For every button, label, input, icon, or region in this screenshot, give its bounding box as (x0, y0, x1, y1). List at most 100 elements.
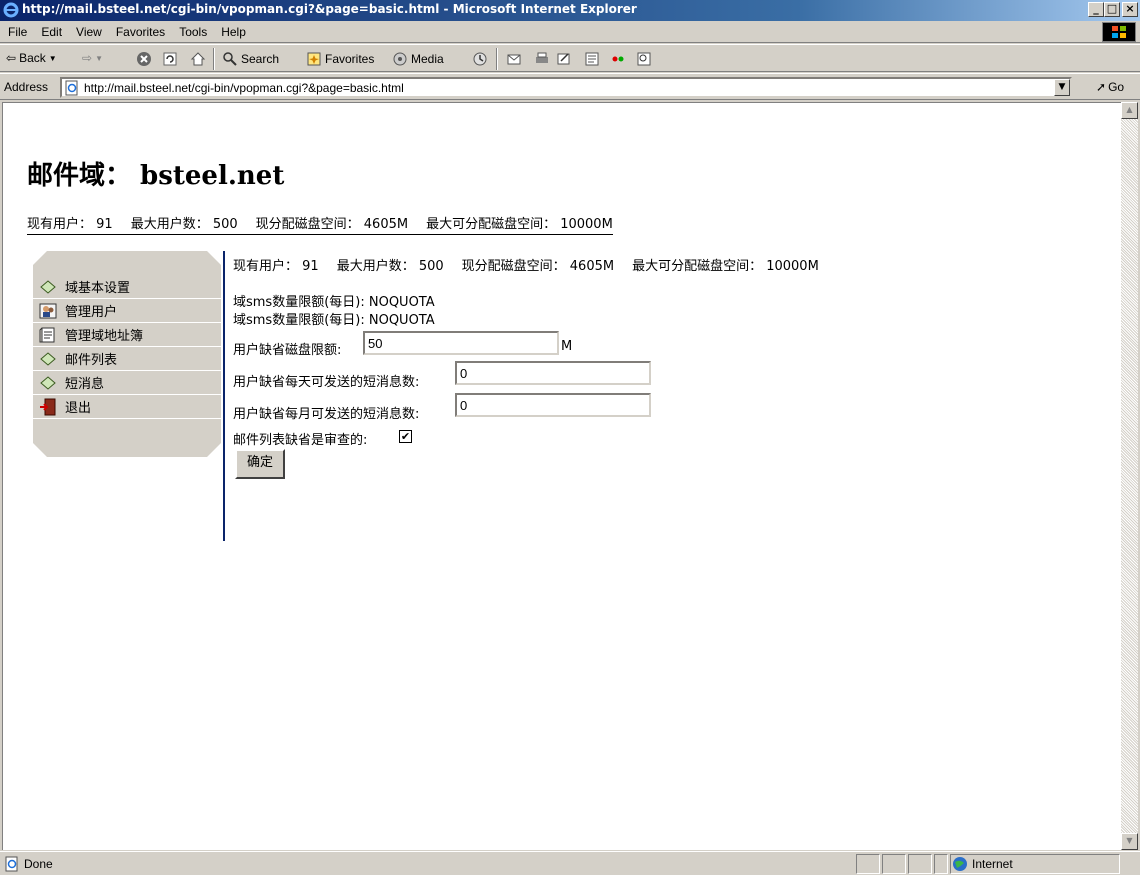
maximize-button[interactable]: □ (1104, 2, 1120, 17)
address-bar: Address http://mail.bsteel.net/cgi-bin/v… (0, 73, 1140, 100)
form-stats-line: 现有用户： 91 最大用户数： 500 现分配磁盘空间： 4605M 最大可分配磁盘空… (233, 255, 819, 274)
forward-button[interactable]: ⇨ ▼ (82, 51, 103, 65)
menu-file[interactable]: File (6, 25, 34, 39)
address-input[interactable]: http://mail.bsteel.net/cgi-bin/vpopman.c… (60, 77, 1072, 98)
stat-max-disk: 最大可分配磁盘空间： 10000M (426, 217, 613, 232)
messenger-icon[interactable] (610, 51, 626, 67)
search-button[interactable]: Search (222, 51, 279, 67)
stat-max-disk: 最大可分配磁盘空间： 10000M (632, 259, 819, 274)
favorites-label: Favorites (325, 52, 375, 66)
scroll-down-button[interactable]: ▼ (1121, 833, 1138, 850)
favorites-button[interactable]: Favorites (306, 51, 374, 67)
vertical-scrollbar[interactable]: ▲ ▼ (1121, 102, 1138, 850)
security-zone: Internet (952, 856, 1013, 872)
diamond-icon (39, 350, 57, 368)
edit-icon[interactable] (556, 51, 572, 67)
sms-quota-text: 域sms数量限额(每日): NOQUOTA (233, 313, 435, 328)
menu-bar: File Edit View Favorites Tools Help (0, 21, 1140, 43)
diamond-icon (39, 278, 57, 296)
menu-favorites[interactable]: Favorites (109, 25, 172, 39)
status-text: Done (24, 857, 53, 871)
media-button[interactable]: Media (392, 51, 444, 67)
sidebar-item-manage-users[interactable]: 管理用户 (33, 299, 221, 323)
close-button[interactable]: × (1122, 2, 1138, 17)
sidebar-item-mailing-list[interactable]: 邮件列表 (33, 347, 221, 371)
menu-help[interactable]: Help (214, 25, 253, 39)
list-moderated-label: 邮件列表缺省是审查的: (233, 433, 368, 448)
menu-tools[interactable]: Tools (172, 25, 214, 39)
sidebar-item-label: 邮件列表 (65, 353, 118, 368)
sidebar-item-label: 退出 (65, 401, 92, 416)
go-arrow-icon: ➚ (1096, 80, 1107, 94)
history-icon[interactable] (472, 51, 488, 67)
users-icon (39, 302, 57, 320)
sidebar-menu: 域基本设置 管理用户 管理域地址簿 邮件列表 短消息 退出 (33, 251, 221, 457)
stat-max-users: 最大用户数： 500 (130, 217, 238, 232)
sidebar-item-domain-settings[interactable]: 域基本设置 (33, 275, 221, 299)
monthly-sms-label: 用户缺省每月可发送的短消息数: (233, 407, 420, 422)
refresh-icon[interactable] (162, 51, 178, 67)
sidebar-item-logout[interactable]: 退出 (33, 395, 221, 419)
back-label: Back (19, 51, 46, 65)
print-icon[interactable] (534, 51, 550, 67)
go-label: Go (1108, 80, 1125, 94)
stop-icon[interactable] (136, 51, 152, 67)
windows-logo-icon (1102, 22, 1136, 42)
back-arrow-icon: ⇦ (6, 51, 17, 65)
status-cell (908, 854, 932, 874)
go-button[interactable]: ➚ Go (1096, 80, 1124, 94)
browser-window: http://mail.bsteel.net/cgi-bin/vpopman.c… (0, 0, 1140, 875)
list-moderated-checkbox[interactable]: ✔ (399, 430, 412, 443)
chevron-down-icon: ▼ (95, 53, 103, 63)
diamond-icon (39, 374, 57, 392)
page-done-icon (5, 856, 18, 872)
sidebar-item-label: 管理域地址簿 (65, 329, 144, 344)
globe-icon (953, 857, 967, 871)
stat-max-users: 最大用户数： 500 (336, 259, 444, 274)
status-cell (934, 854, 948, 874)
content-divider (223, 251, 225, 541)
chevron-down-icon: ▼ (48, 53, 57, 63)
sidebar-item-label: 短消息 (65, 377, 105, 392)
sidebar-item-address-book[interactable]: 管理域地址簿 (33, 323, 221, 347)
page-title: 邮件域： bsteel.net (27, 161, 285, 191)
addressbook-icon (39, 326, 57, 344)
research-icon[interactable] (636, 51, 652, 67)
toolbar: ⇦ Back ▼ ⇨ ▼ Search Favorites Media (0, 44, 1140, 72)
forward-arrow-icon: ⇨ (82, 51, 93, 65)
disk-quota-label: 用户缺省磁盘限额: (233, 343, 342, 358)
sms-quota-text: 域sms数量限额(每日): NOQUOTA (233, 295, 435, 310)
back-button[interactable]: ⇦ Back ▼ (6, 51, 57, 65)
window-title: http://mail.bsteel.net/cgi-bin/vpopman.c… (22, 2, 637, 16)
page-icon (65, 80, 78, 96)
disk-quota-unit: M (561, 339, 573, 354)
status-done: Done (4, 856, 53, 872)
title-bar: http://mail.bsteel.net/cgi-bin/vpopman.c… (0, 0, 1140, 21)
sidebar-item-label: 域基本设置 (65, 281, 131, 296)
zone-label: Internet (972, 857, 1013, 871)
stat-allocated-disk: 现分配磁盘空间： 4605M (255, 217, 409, 232)
domain-stats-header: 现有用户： 91 最大用户数： 500 现分配磁盘空间： 4605M 最大可分配磁盘空… (27, 213, 613, 235)
minimize-button[interactable]: _ (1088, 2, 1104, 17)
ie-logo-icon (3, 2, 19, 18)
exit-door-icon (39, 398, 57, 416)
sidebar-item-sms[interactable]: 短消息 (33, 371, 221, 395)
status-bar: Done Internet (0, 851, 1140, 875)
favorites-icon (307, 52, 321, 66)
discuss-icon[interactable] (584, 51, 600, 67)
menu-edit[interactable]: Edit (34, 25, 69, 39)
scroll-up-button[interactable]: ▲ (1121, 102, 1138, 119)
stat-current-users: 现有用户： 91 (27, 217, 113, 232)
media-icon (393, 52, 407, 66)
address-dropdown-button[interactable]: ▼ (1054, 79, 1070, 96)
search-label: Search (241, 52, 280, 66)
mail-icon[interactable] (506, 51, 522, 67)
submit-button[interactable]: 确定 (235, 449, 285, 479)
daily-sms-input[interactable] (455, 361, 651, 385)
page-viewport: 邮件域： bsteel.net 现有用户： 91 最大用户数： 500 现分配磁盘空… (2, 102, 1121, 850)
home-icon[interactable] (190, 51, 206, 67)
monthly-sms-input[interactable] (455, 393, 651, 417)
address-label: Address (4, 80, 49, 94)
disk-quota-input[interactable] (363, 331, 559, 355)
menu-view[interactable]: View (69, 25, 109, 39)
